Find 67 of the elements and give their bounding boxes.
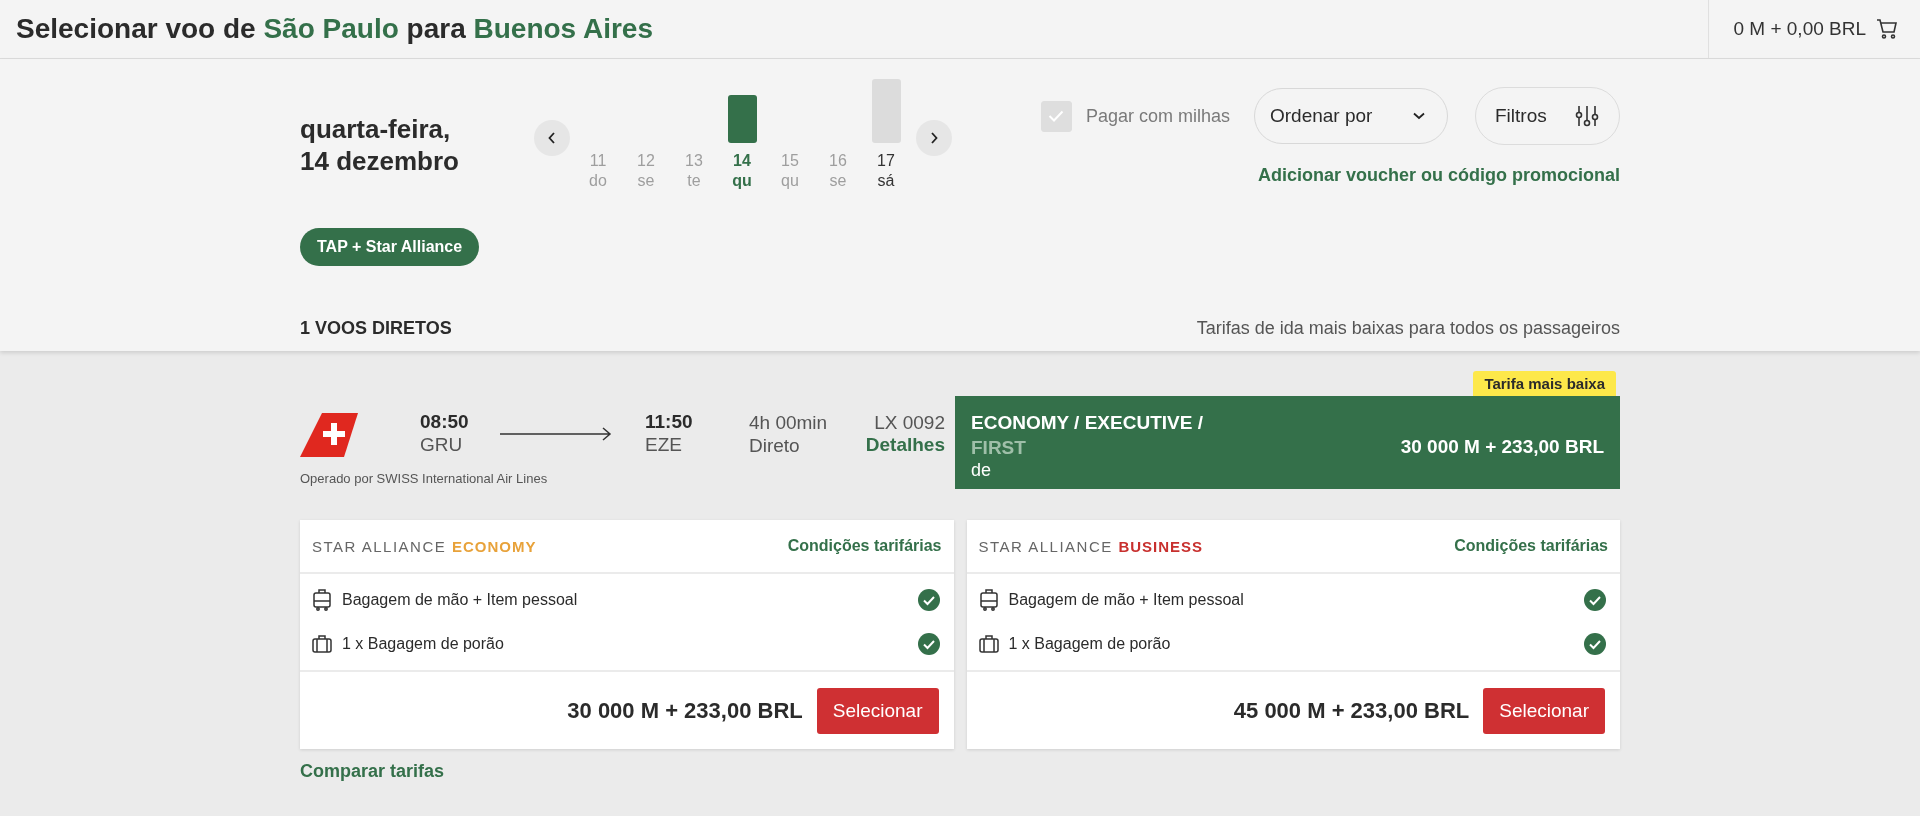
arrival-airport: EZE: [645, 433, 683, 456]
date-day: 11: [589, 152, 607, 170]
select-button[interactable]: Selecionar: [1483, 687, 1605, 734]
lowest-fare-badge: Tarifa mais baixa: [1473, 371, 1616, 396]
cabin-label: FIRST: [971, 437, 1026, 458]
date-weekday: qu: [781, 172, 799, 190]
date-day: 12: [637, 152, 655, 170]
feature-label: 1 x Bagagem de porão: [342, 635, 505, 653]
previous-date-button[interactable]: [534, 120, 570, 156]
selected-date-heading: quarta-feira, 14 dezembro: [300, 113, 460, 177]
cabin-label: EXECUTIVE /: [1084, 412, 1203, 433]
date-weekday: sá: [877, 172, 895, 190]
date-weekday: qu: [732, 172, 752, 190]
fare-price: 45 000 M + 233,00 BRL: [1233, 697, 1470, 724]
trolley-bag-icon: [312, 589, 332, 611]
flight-duration: 4h 00min: [749, 411, 829, 434]
fare-brand: STAR ALLIANCE ECONOMY: [312, 537, 537, 555]
feature-label: 1 x Bagagem de porão: [1008, 635, 1172, 653]
date-day: 13: [685, 152, 703, 170]
fare-summary-button[interactable]: ECONOMY / EXECUTIVE / FIRST de 30 000 M + 233,00 BRL: [955, 396, 1620, 489]
operator-text: Operado por SWISS International Air Lines: [300, 471, 549, 486]
alliance-filter-chip[interactable]: TAP + Star Alliance: [300, 228, 480, 266]
departure-airport: GRU: [420, 433, 464, 456]
results-count: 1 VOOS DIRETOS: [300, 318, 452, 339]
date-weekday: do: [589, 172, 607, 190]
voucher-link[interactable]: Adicionar voucher ou código promocional: [1257, 165, 1620, 186]
chevron-down-icon: [1413, 112, 1425, 120]
cart-icon: [1876, 19, 1898, 39]
details-link[interactable]: Detalhes: [865, 434, 945, 456]
cart-button[interactable]: 0 M + 0,00 BRL: [1708, 0, 1920, 58]
fare-price: 30 000 M + 233,00 BRL: [567, 697, 803, 724]
cabin-label: ECONOMY /: [971, 412, 1080, 433]
filters-button[interactable]: Filtros: [1475, 87, 1620, 145]
compare-fares-link[interactable]: Comparar tarifas: [300, 761, 445, 782]
airline-tail-logo: [300, 413, 358, 457]
date-day: 14: [733, 152, 751, 170]
date-day: 16: [829, 152, 847, 170]
flight-number: LX 0092: [874, 411, 945, 434]
arrival-time: 11:50: [645, 411, 694, 433]
lowest-price: 30 000 M + 233,00 BRL: [1400, 436, 1604, 459]
flight-stops: Direto: [749, 434, 801, 457]
fare-conditions-link[interactable]: Condições tarifárias: [787, 537, 942, 555]
fare-note: Tarifas de ida mais baixas para todos os passageiros: [1196, 318, 1620, 339]
select-button[interactable]: Selecionar: [816, 687, 939, 734]
next-date-button[interactable]: [916, 120, 952, 156]
date-weekday: te: [687, 172, 701, 190]
from-label: de: [971, 460, 993, 481]
feature-label: Bagagem de mão + Item pessoal: [342, 591, 579, 609]
sort-dropdown[interactable]: Ordenar por: [1254, 88, 1448, 144]
checkbox-label: Pagar com milhas: [1085, 105, 1230, 127]
date-day: 15: [781, 152, 799, 170]
trolley-bag-icon: [978, 589, 999, 611]
suitcase-icon: [978, 635, 999, 653]
chevron-right-icon: [930, 132, 938, 144]
fare-brand: STAR ALLIANCE BUSINESS: [978, 537, 1204, 555]
date-weekday: se: [637, 172, 655, 190]
sliders-icon: [1575, 104, 1599, 128]
page-title: Selecionar voo de São Paulo para Buenos Aires: [16, 13, 654, 45]
fare-conditions-link[interactable]: Condições tarifárias: [1454, 537, 1608, 555]
departure-time: 08:50: [420, 411, 470, 433]
date-weekday: se: [829, 172, 847, 190]
check-icon: [1048, 110, 1065, 122]
chevron-left-icon: [548, 132, 556, 144]
suitcase-icon: [312, 635, 332, 653]
date-day: 17: [877, 152, 895, 170]
feature-label: Bagagem de mão + Item pessoal: [1008, 591, 1245, 609]
fare-bar[interactable]: [727, 95, 757, 143]
